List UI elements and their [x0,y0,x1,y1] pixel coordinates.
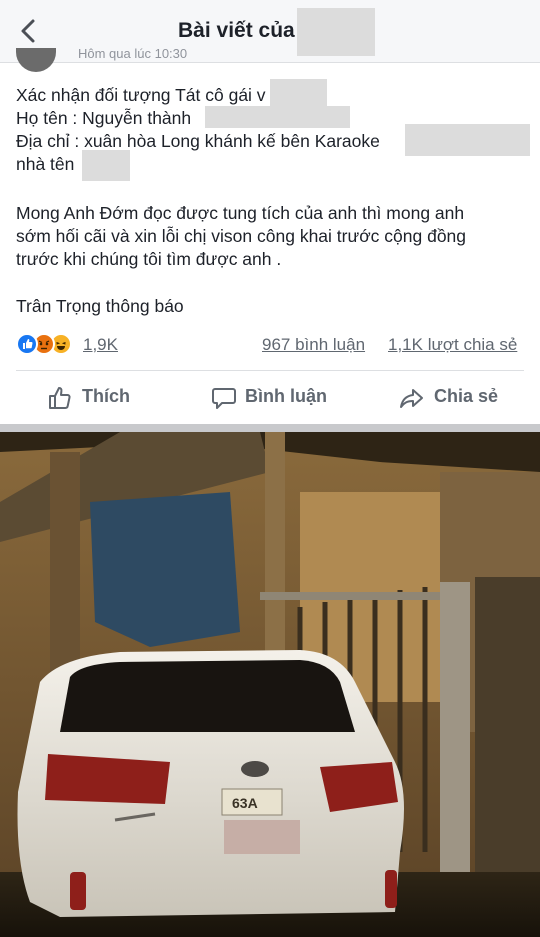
shares-count[interactable]: 1,1K lượt chia sẻ [388,335,517,355]
like-icon [16,333,38,355]
comment-button[interactable]: Bình luận [210,380,335,416]
divider [16,370,524,371]
post-line-2: Họ tên : Nguyễn thành [16,108,192,128]
like-button[interactable]: Thích [46,380,146,416]
post-line-1: Xác nhận đối tượng Tát cô gái v [16,85,266,105]
redacted-text [270,79,327,107]
post-line-7: trước khi chúng tôi tìm được anh . [16,249,282,269]
redacted-text [82,150,130,181]
car-night-photo: 63A [0,432,540,937]
comment-icon [212,388,236,409]
post-line-5: Mong Anh Đớm đọc được tung tích của anh … [16,203,465,223]
comment-label: Bình luận [245,386,327,406]
section-separator [0,424,540,432]
like-label: Thích [82,386,130,406]
plate-number: 63A [232,795,258,811]
share-label: Chia sẻ [434,386,499,406]
post-line-6: sớm hối cãi và xin lỗi chị vison công kh… [16,226,467,246]
post-line-8: Trân Trọng thông báo [16,296,184,316]
post-line-3: Địa chỉ : xuân hòa Long khánh kế bên Kar… [16,131,380,151]
share-icon [400,389,423,408]
redacted-text [405,124,530,156]
share-button[interactable]: Chia sẻ [398,380,508,416]
thumbs-up-icon [49,387,71,409]
redacted-text [205,106,350,128]
post-photo[interactable]: 63A [0,432,540,937]
reactions-count[interactable]: 1,9K [83,335,118,355]
comments-count[interactable]: 967 bình luận [262,335,365,355]
post-line-4: nhà tên [16,154,75,174]
